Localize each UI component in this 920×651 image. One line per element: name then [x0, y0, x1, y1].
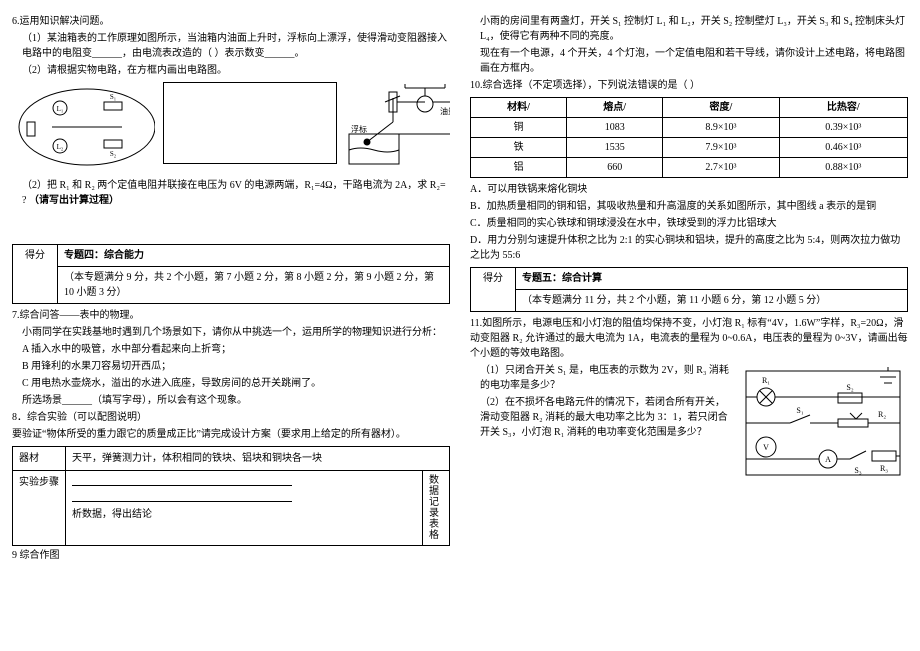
oil-gauge-figure: 油量表 浮标: [345, 82, 450, 172]
equip-label: 器材: [13, 447, 66, 471]
svg-text:L₁: L₁: [57, 105, 64, 113]
q7-option-c: C 用电热水壶烧水，溢出的水进入底座，导致房间的总开关跳闸了。: [22, 376, 450, 391]
table-row: 材料/ 熔点/ 密度/ 比热容/: [471, 98, 908, 118]
label-v: V: [763, 443, 769, 452]
label-a: A: [825, 455, 831, 464]
q10-option-a: A．可以用铁锅来熔化铜块: [470, 182, 908, 197]
section4-score-table: 得分 专题四：综合能力 （本专题满分 9 分，共 2 个小题，第 7 小题 2 …: [12, 244, 450, 304]
experiment-table: 器材 天平，弹簧测力计，体积相同的铁块、铝块和铜块各一块 实验步骤 析数据，得出…: [12, 446, 450, 546]
q11-heading: 11.如图所示，电源电压和小灯泡的阻值均保持不变，小灯泡 R₁ 标有“4V，1.…: [470, 316, 908, 361]
left-column: 6.运用知识解决问题。 （1）某油箱表的工作原理如图所示，当油箱内油面上升时，浮…: [12, 12, 450, 565]
section5-score-table: 得分 专题五：综合计算 （本专题满分 11 分，共 2 个小题，第 11 小题 …: [470, 267, 908, 312]
section5-desc: （本专题满分 11 分，共 2 个小题，第 11 小题 6 分，第 12 小题 …: [516, 290, 908, 312]
table-row: 铁 1535 7.9×10³ 0.46×10³: [471, 138, 908, 158]
q6-heading: 6.运用知识解决问题。: [12, 14, 450, 29]
q7-choose: 所选场景______（填写字母），所以会有这个现象。: [22, 393, 450, 408]
section5-title: 专题五：综合计算: [522, 273, 602, 284]
q10-option-b: B．加热质量相同的铜和铝，其吸收热量和升高温度的关系如图所示，其中图线 a 表示…: [470, 199, 908, 214]
equip-value: 天平，弹簧测力计，体积相同的铁块、铝块和铜块各一块: [66, 447, 450, 471]
svg-text:S₁: S₁: [110, 93, 116, 101]
q7-option-a: A 插入水中的吸管，水中部分看起来向上折弯；: [22, 342, 450, 357]
label-r1: R₁: [762, 376, 770, 385]
float-label: 浮标: [351, 124, 367, 134]
q7-intro: 小雨同学在实践基地时遇到几个场景如下，请你从中挑选一个，运用所学的物理知识进行分…: [22, 325, 450, 340]
section4-desc: （本专题满分 9 分，共 2 个小题，第 7 小题 2 分，第 8 小题 2 分…: [58, 267, 450, 304]
right-column: 小雨的房间里有两盏灯，开关 S₁ 控制灯 L₁ 和 L₂，开关 S₂ 控制壁灯 …: [470, 12, 908, 565]
circuit-diagram: R₁ V S₁ S₂ R₂ A S₃ R₃: [738, 363, 908, 488]
q8-aim: 要验证“物体所受的重力跟它的质量成正比”请完成设计方案（要求用上给定的所有器材）…: [12, 427, 450, 442]
steps-label: 实验步骤: [13, 471, 66, 546]
steps-blank: 析数据，得出结论: [66, 471, 423, 546]
q10-option-d: D．用力分别匀速提升体积之比为 2:1 的实心铜块和铝块，提升的高度之比为 5:…: [470, 233, 908, 263]
q6-part2b: （2）把 R₁ 和 R₂ 两个定值电阻并联接在电压为 6V 的电源两端，R₁=4…: [22, 178, 450, 208]
data-col-label: 数 据 记 录 表 格: [423, 471, 450, 546]
label-r3: R₃: [880, 464, 888, 473]
label-s1: S₁: [796, 406, 803, 415]
oil-gauge-label: 油量表: [440, 106, 450, 116]
room-description-2: 现在有一个电源，4 个开关，4 个灯泡，一个定值电阻和若干导线，请你设计上述电路…: [480, 46, 908, 76]
q10-heading: 10.综合选择（不定项选择），下列说法错误的是（ ）: [470, 78, 908, 93]
q10-option-c: C．质量相同的实心铁球和铜球浸没在水中，铁球受到的浮力比铝球大: [470, 216, 908, 231]
label-r2: R₂: [878, 410, 886, 419]
q9-heading: 9 综合作图: [12, 548, 450, 563]
label-s2: S₂: [846, 383, 853, 392]
table-row: 铝 660 2.7×10³ 0.88×10³: [471, 158, 908, 178]
q8-heading: 8．综合实验（可以配图说明）: [12, 410, 450, 425]
q7-option-b: B 用锋利的水果刀容易切开西瓜；: [22, 359, 450, 374]
svg-text:L₂: L₂: [57, 143, 64, 151]
section4-title: 专题四：综合能力: [64, 250, 144, 261]
circuit-drawing-box: [163, 82, 337, 164]
q6-part1: （1）某油箱表的工作原理如图所示，当油箱内油面上升时，浮标向上漂浮，使得滑动变阻…: [22, 31, 450, 61]
q6-figure-row: L₁ L₂ S₁ S₂: [12, 82, 450, 172]
score-label: 得分: [471, 268, 516, 312]
q6-part2: （2）请根据实物电路，在方框内画出电路图。: [22, 63, 450, 78]
material-table: 材料/ 熔点/ 密度/ 比热容/ 铜 1083 8.9×10³ 0.39×10³…: [470, 97, 908, 178]
score-label: 得分: [13, 245, 58, 304]
realistic-circuit-figure: L₁ L₂ S₁ S₂: [12, 82, 155, 172]
q7-heading: 7.综合问答——表中的物理。: [12, 308, 450, 323]
table-row: 铜 1083 8.9×10³ 0.39×10³: [471, 118, 908, 138]
room-description-1: 小雨的房间里有两盏灯，开关 S₁ 控制灯 L₁ 和 L₂，开关 S₂ 控制壁灯 …: [480, 14, 908, 44]
label-s3: S₃: [854, 466, 861, 475]
svg-text:S₂: S₂: [110, 150, 117, 158]
